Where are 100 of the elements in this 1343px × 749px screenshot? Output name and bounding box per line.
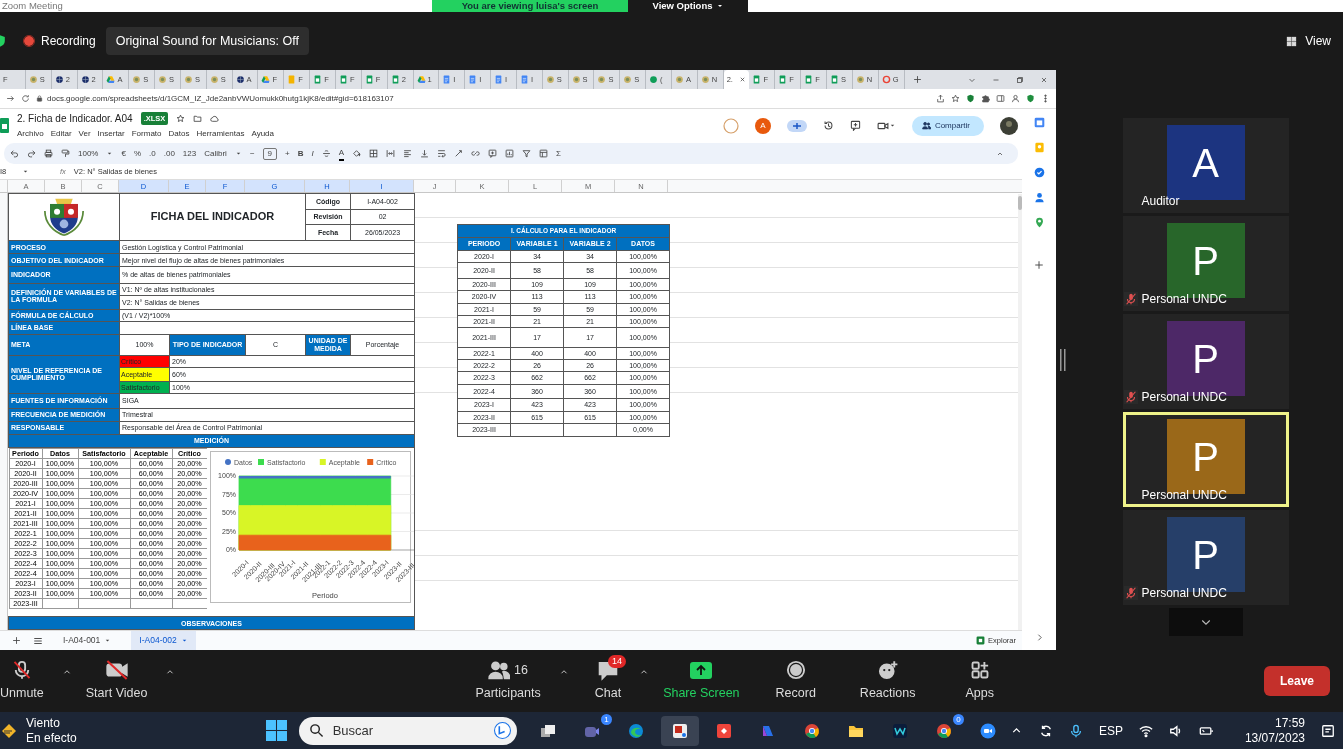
weather-title[interactable]: Viento xyxy=(26,715,77,731)
microphone-icon[interactable] xyxy=(1068,723,1083,738)
italic-button[interactable]: I xyxy=(311,147,314,160)
close-icon[interactable] xyxy=(1040,75,1048,84)
add-icon[interactable] xyxy=(1034,260,1044,270)
toolbar-button[interactable]: 123 xyxy=(182,147,197,160)
wifi-icon[interactable] xyxy=(1138,723,1153,738)
search-field[interactable]: Buscar xyxy=(298,716,517,745)
reload-icon[interactable] xyxy=(21,94,30,103)
document-title[interactable]: 2. Ficha de Indicador. A04 xyxy=(17,111,133,126)
star-icon[interactable] xyxy=(951,94,960,103)
history-icon[interactable] xyxy=(822,120,834,131)
menu-item[interactable]: Formato xyxy=(131,128,162,140)
merge-icon[interactable] xyxy=(386,149,396,158)
chart-icon[interactable] xyxy=(505,149,515,158)
record-button[interactable]: Record xyxy=(775,659,816,703)
text-color-button[interactable]: A xyxy=(338,146,345,161)
star-icon[interactable] xyxy=(176,114,186,123)
reactions-button[interactable]: Reactions xyxy=(859,659,916,703)
menu-item[interactable]: Ayuda xyxy=(251,128,274,140)
paint-icon[interactable] xyxy=(61,149,70,158)
print-icon[interactable] xyxy=(44,149,53,158)
font-size-field[interactable]: 9 xyxy=(262,147,277,160)
collaborator-avatar[interactable]: A xyxy=(754,117,771,134)
weather-subtitle[interactable]: En efecto xyxy=(26,730,77,746)
valign-icon[interactable] xyxy=(420,149,430,158)
menu-item[interactable]: Editar xyxy=(50,128,72,140)
weather-icon[interactable] xyxy=(0,721,18,740)
sheet-tab[interactable]: I-A04-002 xyxy=(131,631,196,650)
rotate-icon[interactable] xyxy=(454,149,464,158)
original-sound-button[interactable]: Original Sound for Musicians: Off xyxy=(105,26,309,56)
toolbar-button[interactable]: .00 xyxy=(163,147,175,160)
undo-icon[interactable] xyxy=(10,149,19,158)
menu-item[interactable]: Archivo xyxy=(17,128,44,140)
shield-icon[interactable] xyxy=(1026,94,1035,103)
sidebar-icon[interactable] xyxy=(996,94,1005,103)
map-pin-icon[interactable] xyxy=(1033,217,1045,228)
cloud-icon[interactable] xyxy=(210,114,220,123)
borders-icon[interactable] xyxy=(369,149,379,158)
leave-button[interactable]: Leave xyxy=(1263,666,1330,696)
share-button[interactable]: Compartir xyxy=(911,115,984,136)
address-field[interactable]: docs.google.com/spreadsheets/d/1GCM_IZ_Jde2anbVWUomukk0hutg1kjK8/edit#gid=618163107 xyxy=(36,91,930,106)
filter-icon[interactable] xyxy=(522,149,532,158)
redo-icon[interactable] xyxy=(27,149,36,158)
clock-time[interactable]: 17:59 xyxy=(1274,715,1305,731)
close-icon[interactable] xyxy=(739,76,747,83)
start-menu-icon[interactable] xyxy=(265,720,287,741)
snipping-tool-icon[interactable] xyxy=(660,715,699,746)
present-icon[interactable] xyxy=(786,117,807,134)
unmute-button[interactable]: Unmute xyxy=(0,659,44,703)
puzzle-icon[interactable] xyxy=(981,94,990,103)
menu-item[interactable]: Ver xyxy=(78,128,91,140)
strike-icon[interactable] xyxy=(321,149,331,158)
restore-icon[interactable] xyxy=(1016,75,1024,84)
toolbar-button[interactable]: + xyxy=(285,147,290,160)
comment-icon[interactable] xyxy=(488,149,498,158)
comment-icon[interactable] xyxy=(849,120,861,131)
notification-icon[interactable] xyxy=(1321,723,1335,738)
clock-date[interactable]: 13/07/2023 xyxy=(1244,730,1305,746)
sheet-tab[interactable]: I-A04-001 xyxy=(55,631,120,650)
menu-item[interactable]: Insertar xyxy=(97,128,125,140)
fill-icon[interactable] xyxy=(352,149,362,158)
new-tab-icon[interactable] xyxy=(912,75,922,84)
view-options-button[interactable]: View Options xyxy=(628,0,748,12)
sync-icon[interactable] xyxy=(1038,723,1053,738)
menu-item[interactable]: Datos xyxy=(168,128,190,140)
bold-button[interactable]: B xyxy=(297,147,304,160)
language-indicator[interactable]: ESP xyxy=(1098,721,1123,740)
dropdown[interactable]: Calibri xyxy=(204,147,242,160)
share-icon[interactable] xyxy=(936,94,945,103)
views-icon[interactable] xyxy=(539,149,549,158)
dropdown[interactable]: 100% xyxy=(78,147,114,160)
share-screen-button[interactable]: Share Screen xyxy=(663,659,740,703)
start-video-button[interactable]: Start Video xyxy=(85,659,148,703)
profile-icon[interactable] xyxy=(1011,94,1020,103)
shield-icon[interactable] xyxy=(966,94,975,103)
more-icon[interactable] xyxy=(1041,94,1050,103)
participants-button[interactable]: 16 Participants xyxy=(475,659,541,703)
add-sheet-icon[interactable] xyxy=(12,636,21,645)
forward-icon[interactable] xyxy=(6,94,15,103)
profile-avatar[interactable] xyxy=(1000,116,1018,135)
calendar-icon[interactable] xyxy=(1033,117,1045,128)
contacts-icon[interactable] xyxy=(1033,192,1045,203)
legend-marker xyxy=(366,459,373,466)
screen-share-banner: You are viewing luisa's screen xyxy=(432,0,628,12)
view-button[interactable]: View xyxy=(1286,32,1331,50)
toolbar-button[interactable]: % xyxy=(133,147,142,160)
wrap-icon[interactable] xyxy=(437,149,447,158)
menu-icon[interactable] xyxy=(33,635,43,646)
apps-button[interactable]: Apps xyxy=(965,659,994,703)
menu-item[interactable]: Herramientas xyxy=(196,128,245,140)
toolbar-button[interactable]: € xyxy=(121,147,126,160)
link-icon[interactable] xyxy=(471,149,481,158)
tasks-icon[interactable] xyxy=(1033,167,1045,178)
toolbar-button[interactable]: .0 xyxy=(149,147,156,160)
volume-icon[interactable] xyxy=(1168,723,1183,738)
toolbar-button[interactable]: Σ xyxy=(556,147,561,160)
toolbar-button[interactable]: − xyxy=(249,147,255,160)
resize-handle[interactable] xyxy=(1060,349,1066,371)
align-icon[interactable] xyxy=(403,149,413,158)
